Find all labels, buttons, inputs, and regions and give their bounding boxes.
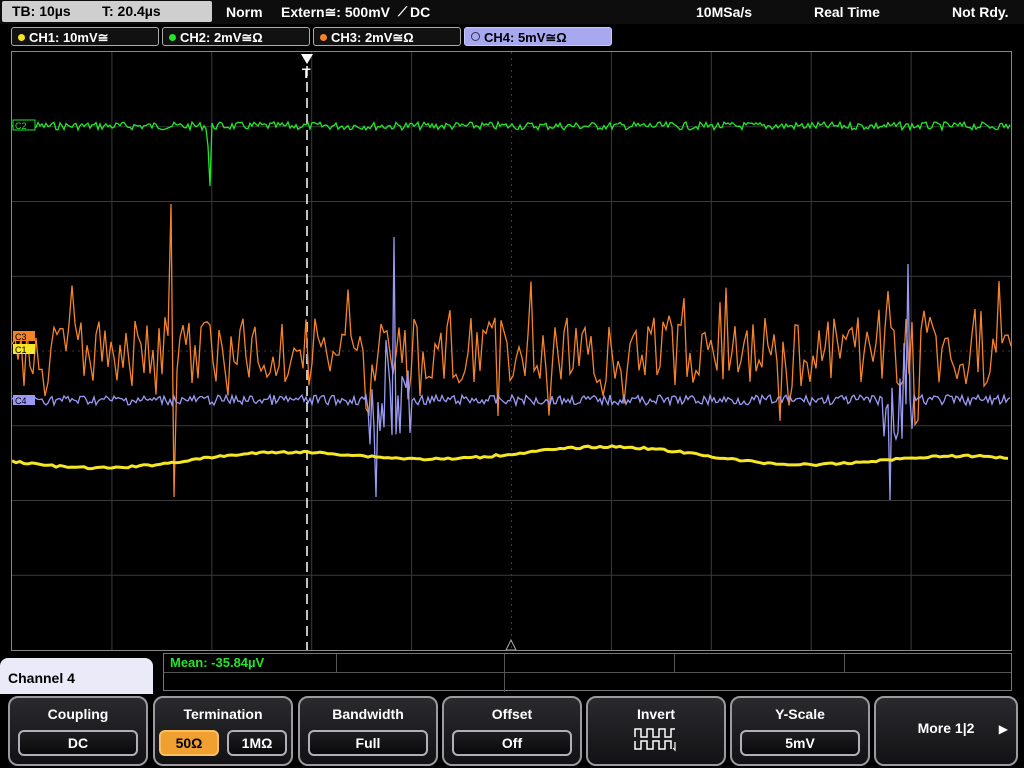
termination-softkey[interactable]: Termination 50Ω 1MΩ [153,696,293,766]
bandwidth-value[interactable]: Full [308,730,428,756]
coupling-softkey[interactable]: Coupling DC [8,696,148,766]
termination-title: Termination [183,706,263,722]
ch1-label: CH1: 10mV≅ [29,30,109,45]
timebase-box[interactable]: TB: 10µs T: 20.4µs [2,1,212,22]
offset-title: Offset [491,706,533,722]
trigger-time-value: T: 20.4µs [102,3,161,19]
svg-text:C3: C3 [15,332,27,342]
coupling-title: Coupling [47,706,109,722]
ch4-level-marker[interactable]: C4 [13,395,35,406]
trigger-source[interactable]: Extern≅: 500mV [281,0,390,24]
more-softkey[interactable]: More 1|2 ▶ [874,696,1018,766]
trigger-marker-label: T [302,65,311,81]
ch3-label: CH3: 2mV≅Ω [331,30,414,45]
termination-1mohm-option[interactable]: 1MΩ [227,730,287,756]
bandwidth-title: Bandwidth [332,706,404,722]
play-right-icon: ▶ [998,722,1008,736]
graticule [12,52,1011,650]
trigger-coupling: DC [410,4,431,20]
channel-tab-1[interactable]: CH1: 10mV≅ [11,27,159,46]
ch4-color-icon [471,32,480,41]
acquisition-mode[interactable]: Real Time [814,0,880,24]
svg-text:C2: C2 [15,121,27,131]
yscale-value[interactable]: 5mV [740,730,860,756]
bandwidth-softkey[interactable]: Bandwidth Full [298,696,438,766]
ch1-waveform [12,444,1009,471]
ch1-level-marker[interactable]: C1 [13,344,35,355]
trigger-mode[interactable]: Norm [226,0,263,24]
ch4-label: CH4: 5mV≅Ω [484,30,567,45]
offset-value[interactable]: Off [452,730,572,756]
trigger-slope-icon: ⟋ [398,4,408,19]
waveform-display[interactable]: T C2 C3 C1 C4 [11,51,1012,651]
ch2-color-icon [169,34,176,41]
channel-tab-3[interactable]: CH3: 2mV≅Ω [313,27,461,46]
ch1-color-icon [18,34,25,41]
ch3-color-icon [320,34,327,41]
termination-50ohm-option[interactable]: 50Ω [159,730,219,756]
offset-softkey[interactable]: Offset Off [442,696,582,766]
channel-tab-2[interactable]: CH2: 2mV≅Ω [162,27,310,46]
channel-bar: CH1: 10mV≅ CH2: 2mV≅Ω CH3: 2mV≅Ω CH4: 5m… [0,26,1024,48]
ch3-level-marker[interactable]: C3 [13,331,35,342]
status-bar: TB: 10µs T: 20.4µs Norm Extern≅: 500mV ⟋… [0,0,1024,24]
svg-text:C4: C4 [15,396,27,406]
sample-rate: 10MSa/s [696,4,753,20]
coupling-value[interactable]: DC [18,730,138,756]
svg-text:C1: C1 [15,345,27,355]
yscale-title: Y-Scale [775,706,825,722]
softkey-bar: Coupling DC Termination 50Ω 1MΩ Bandwidt… [0,694,1024,768]
invert-title: Invert [636,706,676,722]
channel-tab-4[interactable]: CH4: 5mV≅Ω [464,27,612,46]
measurement-panel: Mean: -35.84µV [163,653,1012,692]
menu-title: Channel 4 [0,658,153,698]
ch2-level-marker[interactable]: C2 [12,119,36,131]
waveform-canvas: T C2 C3 C1 C4 [12,52,1011,650]
invert-softkey[interactable]: Invert [586,696,726,766]
yscale-softkey[interactable]: Y-Scale 5mV [730,696,870,766]
more-label: More 1|2 [917,720,975,736]
inverted-square-wave-icon [634,728,676,752]
run-status: Not Rdy. [952,4,1009,20]
timebase-value: TB: 10µs [12,3,71,19]
ch2-label: CH2: 2mV≅Ω [180,30,263,45]
